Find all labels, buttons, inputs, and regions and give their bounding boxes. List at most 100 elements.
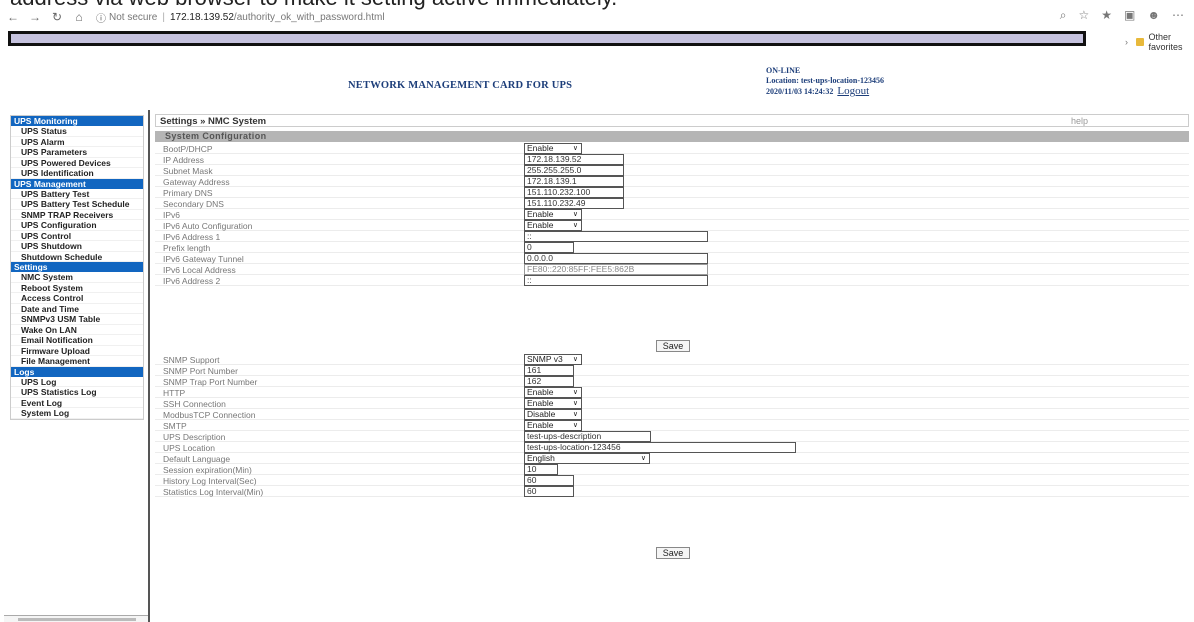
logout-link[interactable]: Logout [837,85,869,97]
ssh-connection-select[interactable]: Enable ∨ [524,398,582,409]
sidebar-item-snmpv3-usm-table[interactable]: SNMPv3 USM Table [11,314,143,325]
favorite-star-icon[interactable]: ☆ [1078,8,1089,23]
secondary-dns-input[interactable]: 151.110.232.49 [524,198,624,209]
ipv6-gateway-tunnel-value: 0.0.0.0 [527,253,553,263]
home-icon[interactable]: ⌂ [70,10,88,24]
chevron-right-icon[interactable]: › [1125,37,1128,47]
statistics-log-interval-min-input[interactable]: 60 [524,486,574,497]
history-log-interval-sec-input[interactable]: 60 [524,475,574,486]
save-services-button[interactable]: Save [656,547,690,559]
forward-icon[interactable]: → [26,10,44,24]
chevron-down-icon[interactable]: ∨ [573,221,578,230]
help-link[interactable]: help [1071,116,1088,126]
collections-icon[interactable]: ▣ [1124,8,1135,23]
scrollbar-thumb[interactable] [18,618,136,621]
sidebar-item-snmp-trap-receivers[interactable]: SNMP TRAP Receivers [11,210,143,220]
default-language-select[interactable]: English ∨ [524,453,650,464]
sidebar-item-access-control[interactable]: Access Control [11,293,143,304]
sidebar-item-ups-log[interactable]: UPS Log [11,377,143,387]
sidebar-item-email-notification[interactable]: Email Notification [11,335,143,346]
settings-row: UPS Location test-ups-location-123456 [155,442,1189,453]
service-save-row: Save [155,546,1189,560]
sidebar-item-ups-status[interactable]: UPS Status [11,126,143,137]
sidebar-item-ups-parameters[interactable]: UPS Parameters [11,147,143,158]
other-favorites[interactable]: › Other favorites [1125,32,1194,52]
horizontal-scrollbar[interactable] [4,615,148,622]
primary-dns-input[interactable]: 151.110.232.100 [524,187,624,198]
chevron-down-icon[interactable]: ∨ [641,454,646,463]
subnet-mask-input[interactable]: 255.255.255.0 [524,165,624,176]
network-settings-table: BootP/DHCP Enable ∨ IP Address 172.18.139.52… [155,143,1189,286]
ip-address-label: IP Address [163,155,204,165]
ups-description-input[interactable]: test-ups-description [524,431,651,442]
ipv6-gateway-tunnel-label: IPv6 Gateway Tunnel [163,254,244,264]
sidebar-item-event-log[interactable]: Event Log [11,398,143,408]
sidebar-item-firmware-upload[interactable]: Firmware Upload [11,346,143,356]
settings-row: IPv6 Address 1:: [155,231,1189,242]
sidebar-group-ups-management[interactable]: UPS Management [11,178,143,189]
sidebar-item-system-log[interactable]: System Log [11,408,143,419]
sidebar-item-nmc-system[interactable]: NMC System [11,272,143,283]
bootp-dhcp-select[interactable]: Enable ∨ [524,143,582,154]
sidebar-item-reboot-system[interactable]: Reboot System [11,283,143,293]
ups-location-input[interactable]: test-ups-location-123456 [524,442,796,453]
snmp-support-select[interactable]: SNMP v3 ∨ [524,354,582,365]
sidebar-item-ups-identification[interactable]: UPS Identification [11,168,143,179]
sidebar-item-shutdown-schedule[interactable]: Shutdown Schedule [11,252,143,262]
ipv6-select[interactable]: Enable ∨ [524,209,582,220]
more-menu-icon[interactable]: ⋯ [1172,8,1184,23]
smtp-select[interactable]: Enable ∨ [524,420,582,431]
sidebar-group-settings[interactable]: Settings [11,262,143,272]
http-select[interactable]: Enable ∨ [524,387,582,398]
info-icon[interactable]: ⓘ [96,10,106,25]
sidebar-item-wake-on-lan[interactable]: Wake On LAN [11,325,143,335]
ip-address-input[interactable]: 172.18.139.52 [524,154,624,165]
primary-dns-value: 151.110.232.100 [527,187,591,197]
modbustcp-connection-select[interactable]: Disable ∨ [524,409,582,420]
gateway-address-input[interactable]: 172.18.139.1 [524,176,624,187]
bootp-dhcp-value: Enable [527,143,554,153]
profile-avatar-icon[interactable]: ☻ [1147,8,1160,23]
sidebar-item-ups-battery-test-schedule[interactable]: UPS Battery Test Schedule [11,199,143,210]
sidebar-group-logs[interactable]: Logs [11,366,143,377]
settings-row: IP Address 172.18.139.52 [155,154,1189,165]
sidebar-item-ups-control[interactable]: UPS Control [11,231,143,241]
subnet-mask-value: 255.255.255.0 [527,165,582,175]
chevron-down-icon[interactable]: ∨ [573,388,578,397]
snmp-port-number-input[interactable]: 161 [524,365,574,376]
snmp-trap-port-number-input[interactable]: 162 [524,376,574,387]
favorites-list-icon[interactable]: ★ [1101,8,1112,23]
zoom-icon[interactable]: ⌕ [1060,8,1067,23]
sidebar-item-date-and-time[interactable]: Date and Time [11,304,143,314]
settings-row: IPv6 Local Address FE80::220:85FF:FEE5:86… [155,264,1189,275]
chevron-down-icon[interactable]: ∨ [573,399,578,408]
ipv6-auto-configuration-select[interactable]: Enable ∨ [524,220,582,231]
status-panel: ON-LINE Location: test-ups-location-1234… [766,66,884,97]
ipv6-address-1-input[interactable]: :: [524,231,708,242]
sidebar-item-file-management[interactable]: File Management [11,356,143,367]
back-icon[interactable]: ← [4,10,22,24]
chevron-down-icon[interactable]: ∨ [573,355,578,364]
ups-status: ON-LINE [766,66,801,75]
http-label: HTTP [163,388,186,398]
ipv6-address-2-input[interactable]: :: [524,275,708,286]
session-expiration-min-input[interactable]: 10 [524,464,558,475]
sidebar-item-ups-configuration[interactable]: UPS Configuration [11,220,143,231]
chevron-down-icon[interactable]: ∨ [573,144,578,153]
sidebar-item-ups-shutdown[interactable]: UPS Shutdown [11,241,143,252]
chevron-down-icon[interactable]: ∨ [573,410,578,419]
address-bar[interactable]: ⓘ Not secure | 172.18.139.52 /authority_… [96,10,385,25]
sidebar-group-ups-monitoring[interactable]: UPS Monitoring [11,116,143,126]
prefix-length-input[interactable]: 0 [524,242,574,253]
sidebar-item-ups-powered-devices[interactable]: UPS Powered Devices [11,158,143,168]
chevron-down-icon[interactable]: ∨ [573,210,578,219]
sidebar-item-ups-statistics-log[interactable]: UPS Statistics Log [11,387,143,398]
save-network-button[interactable]: Save [656,340,690,352]
folder-icon [1136,38,1145,46]
sidebar-item-ups-battery-test[interactable]: UPS Battery Test [11,189,143,199]
chevron-down-icon[interactable]: ∨ [573,421,578,430]
ipv6-local-address-input[interactable]: FE80::220:85FF:FEE5:862B [524,264,708,275]
refresh-icon[interactable]: ↻ [48,10,66,24]
sidebar-item-ups-alarm[interactable]: UPS Alarm [11,137,143,147]
ipv6-gateway-tunnel-input[interactable]: 0.0.0.0 [524,253,708,264]
